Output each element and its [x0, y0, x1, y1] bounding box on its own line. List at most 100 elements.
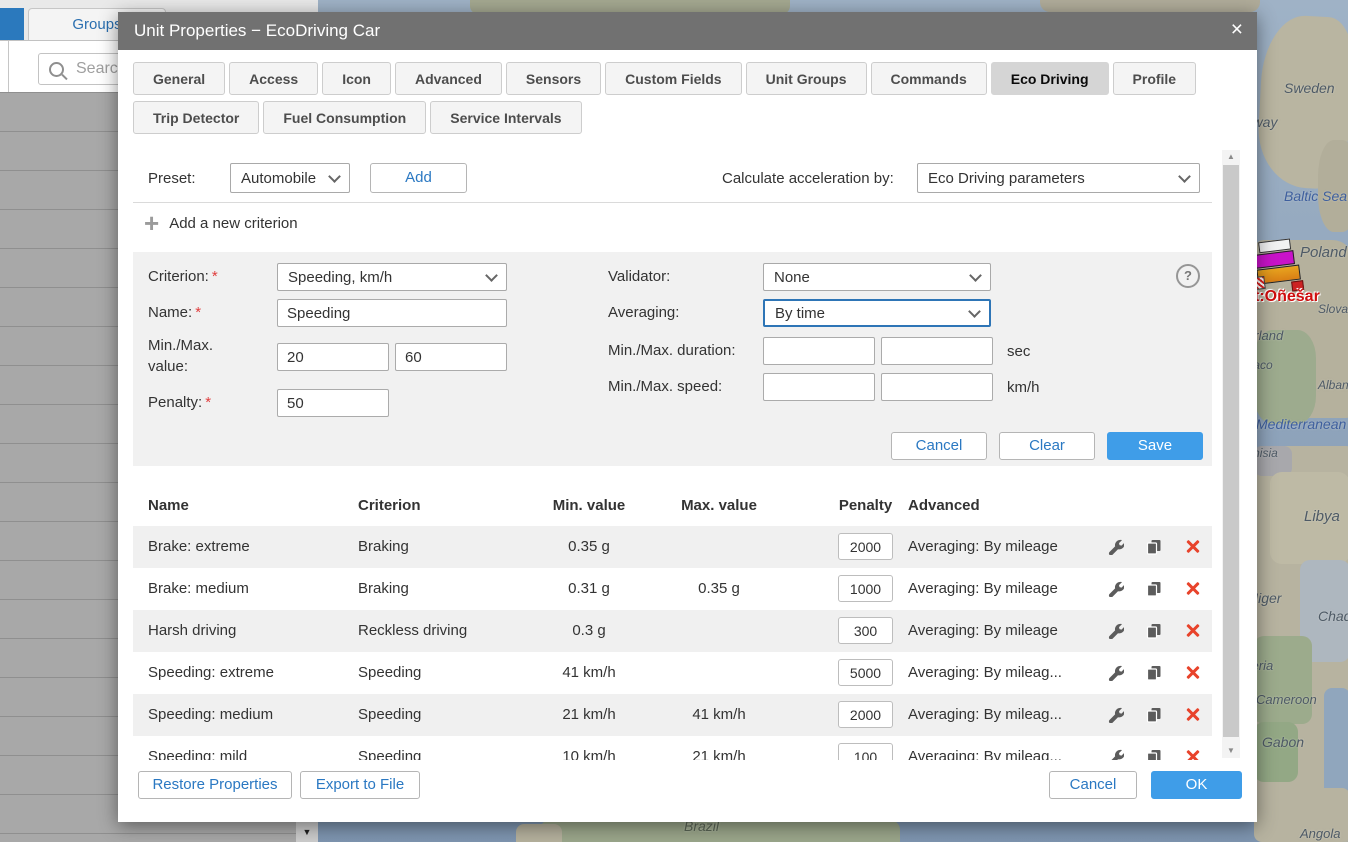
copy-icon[interactable]	[1146, 539, 1162, 555]
row-criterion: Reckless driving	[358, 610, 467, 652]
app-root: Sweden Norway Baltic Sea Poland Slovakia…	[0, 0, 1348, 842]
tab-sensors[interactable]: Sensors	[506, 62, 601, 95]
delete-x-icon[interactable]	[1185, 748, 1201, 760]
divider	[133, 202, 1212, 203]
row-criterion: Braking	[358, 526, 409, 568]
close-icon[interactable]: ×	[1231, 18, 1243, 42]
row-min: 0.3 g	[529, 610, 649, 652]
max-speed-input[interactable]	[881, 373, 993, 401]
row-criterion: Speeding	[358, 736, 421, 760]
map-land	[1040, 0, 1260, 12]
wrench-icon[interactable]	[1108, 581, 1124, 597]
wrench-icon[interactable]	[1108, 665, 1124, 681]
delete-x-icon[interactable]	[1185, 622, 1201, 638]
min-speed-input[interactable]	[763, 373, 875, 401]
delete-x-icon[interactable]	[1185, 580, 1201, 596]
min-value-input[interactable]	[277, 343, 389, 371]
delete-x-icon[interactable]	[1185, 538, 1201, 554]
tab-access[interactable]: Access	[229, 62, 318, 95]
tab-trip-detector[interactable]: Trip Detector	[133, 101, 259, 134]
penalty-input[interactable]	[277, 389, 389, 417]
unit-marker-truck-icon[interactable]	[1253, 237, 1305, 292]
criterion-form: Criterion:* Speeding, km/h Name:* Min./M…	[133, 252, 1212, 466]
criterion-select[interactable]: Speeding, km/h	[277, 263, 507, 291]
scroll-up-icon[interactable]: ▲	[1222, 150, 1240, 164]
wrench-icon[interactable]	[1108, 623, 1124, 639]
form-cancel-button[interactable]: Cancel	[891, 432, 987, 460]
tab-custom-fields[interactable]: Custom Fields	[605, 62, 741, 95]
row-penalty-input[interactable]	[838, 743, 893, 760]
copy-icon[interactable]	[1146, 749, 1162, 760]
calc-acceleration-value: Eco Driving parameters	[928, 170, 1085, 187]
row-penalty-input[interactable]	[838, 575, 893, 602]
tab-eco-driving[interactable]: Eco Driving	[991, 62, 1109, 95]
tab-general[interactable]: General	[133, 62, 225, 95]
col-max-value: Max. value	[659, 486, 779, 526]
duration-label: Min./Max. duration:	[608, 342, 736, 359]
row-penalty-input[interactable]	[838, 617, 893, 644]
panel-collapse-handle[interactable]: ▼	[296, 822, 318, 842]
unit-name-label: t:Oñešar	[1254, 288, 1320, 306]
tab-profile[interactable]: Profile	[1113, 62, 1197, 95]
row-min: 0.31 g	[529, 568, 649, 610]
col-min-value: Min. value	[529, 486, 649, 526]
row-max	[659, 652, 779, 694]
wrench-icon[interactable]	[1108, 539, 1124, 555]
restore-properties-button[interactable]: Restore Properties	[138, 771, 292, 799]
row-advanced: Averaging: By mileage	[908, 526, 1058, 568]
export-to-file-button[interactable]: Export to File	[300, 771, 420, 799]
delete-x-icon[interactable]	[1185, 664, 1201, 680]
row-penalty-input[interactable]	[838, 659, 893, 686]
dialog-cancel-button[interactable]: Cancel	[1049, 771, 1137, 799]
form-save-button[interactable]: Save	[1107, 432, 1203, 460]
tab-service-intervals[interactable]: Service Intervals	[430, 101, 581, 134]
add-criterion-button[interactable]: + Add a new criterion	[144, 213, 298, 233]
scroll-down-icon[interactable]: ▼	[1222, 744, 1240, 758]
wrench-icon[interactable]	[1108, 749, 1124, 760]
dialog-ok-button[interactable]: OK	[1151, 771, 1242, 799]
copy-icon[interactable]	[1146, 707, 1162, 723]
tab-icon[interactable]: Icon	[322, 62, 391, 95]
table-row: Speeding: mild Speeding 10 km/h 21 km/h …	[133, 736, 1212, 760]
form-clear-button[interactable]: Clear	[999, 432, 1095, 460]
units-tab-edge[interactable]	[0, 8, 24, 40]
scrollbar-thumb[interactable]	[1223, 165, 1239, 737]
help-icon[interactable]: ?	[1176, 264, 1200, 288]
max-value-input[interactable]	[395, 343, 507, 371]
tab-fuel-consumption[interactable]: Fuel Consumption	[263, 101, 426, 134]
max-duration-input[interactable]	[881, 337, 993, 365]
row-name: Speeding: extreme	[148, 652, 274, 694]
chevron-down-icon	[328, 170, 341, 183]
calc-acceleration-select[interactable]: Eco Driving parameters	[917, 163, 1200, 193]
row-penalty-input[interactable]	[838, 701, 893, 728]
map-land-south-america	[540, 820, 900, 842]
tab-unit-groups[interactable]: Unit Groups	[746, 62, 867, 95]
row-penalty-input[interactable]	[838, 533, 893, 560]
map-land	[1254, 330, 1316, 424]
row-max: 41 km/h	[659, 694, 779, 736]
map-label: Libya	[1304, 508, 1340, 525]
panel-divider	[8, 41, 9, 92]
map-land	[1318, 140, 1348, 232]
wrench-icon[interactable]	[1108, 707, 1124, 723]
copy-icon[interactable]	[1146, 623, 1162, 639]
preset-select[interactable]: Automobile	[230, 163, 350, 193]
criterion-name-input[interactable]	[277, 299, 507, 327]
map-label: Poland	[1300, 244, 1347, 261]
tab-commands[interactable]: Commands	[871, 62, 987, 95]
speed-unit: km/h	[1007, 379, 1040, 396]
delete-x-icon[interactable]	[1185, 706, 1201, 722]
col-name: Name	[148, 486, 189, 526]
averaging-select[interactable]: By time	[763, 299, 991, 327]
add-preset-button[interactable]: Add	[370, 163, 467, 193]
map-land	[1254, 636, 1312, 724]
copy-icon[interactable]	[1146, 581, 1162, 597]
min-duration-input[interactable]	[763, 337, 875, 365]
row-advanced: Averaging: By mileag...	[908, 736, 1062, 760]
map-label: Angola	[1300, 826, 1340, 841]
col-advanced: Advanced	[908, 486, 980, 526]
copy-icon[interactable]	[1146, 665, 1162, 681]
validator-select[interactable]: None	[763, 263, 991, 291]
tab-advanced[interactable]: Advanced	[395, 62, 502, 95]
dialog-scrollbar[interactable]: ▲ ▼	[1222, 150, 1240, 758]
